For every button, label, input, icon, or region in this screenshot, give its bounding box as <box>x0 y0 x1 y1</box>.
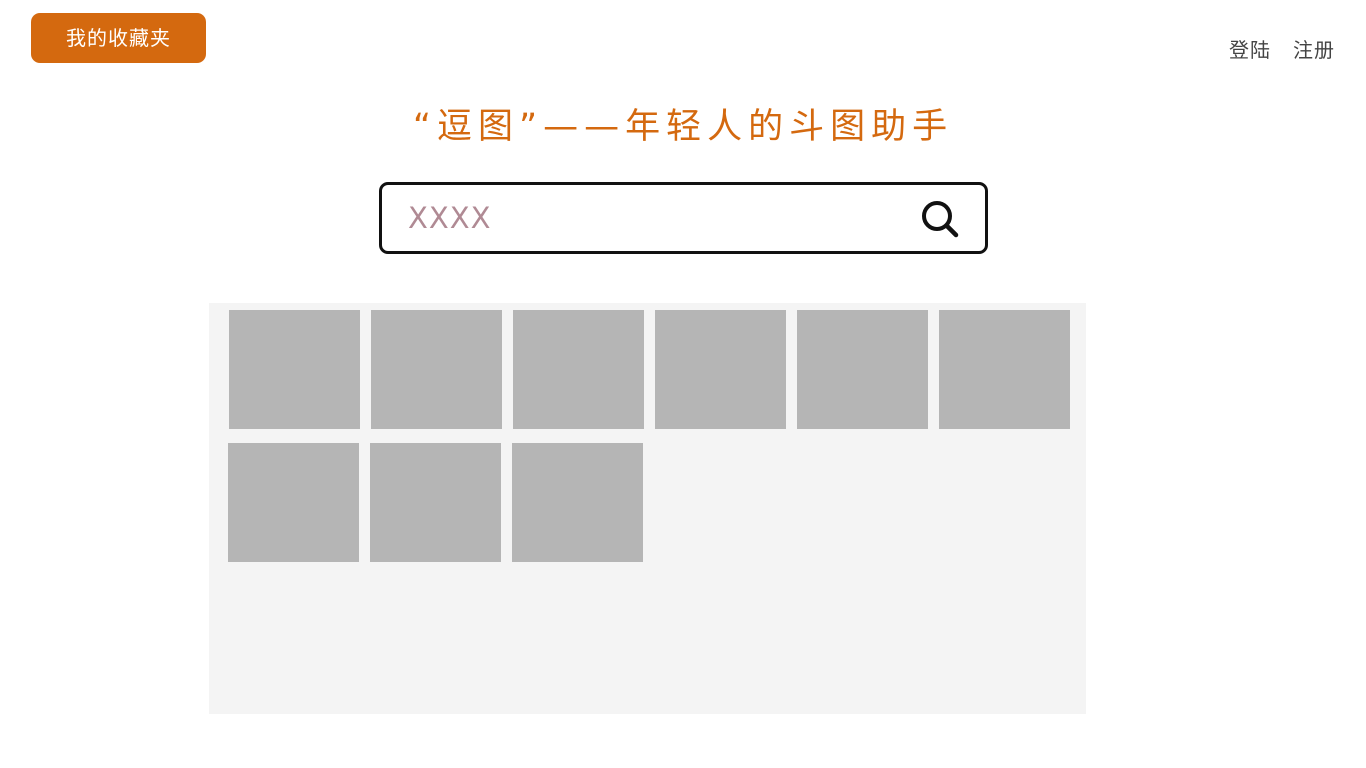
login-link[interactable]: 登陆 <box>1229 34 1271 63</box>
auth-links: 登陆 注册 <box>1229 34 1335 63</box>
result-thumbnail[interactable] <box>797 310 928 429</box>
result-thumbnail[interactable] <box>370 443 501 562</box>
my-favorites-button[interactable]: 我的收藏夹 <box>31 13 206 63</box>
register-link[interactable]: 注册 <box>1293 34 1335 63</box>
result-thumbnail[interactable] <box>939 310 1070 429</box>
search-icon[interactable] <box>920 199 960 239</box>
result-thumbnail[interactable] <box>228 443 359 562</box>
results-panel <box>209 303 1086 714</box>
result-thumbnail[interactable] <box>229 310 360 429</box>
result-thumbnail[interactable] <box>512 443 643 562</box>
result-thumbnail[interactable] <box>655 310 786 429</box>
search-input[interactable] <box>408 195 898 241</box>
page-title: “逗图”——年轻人的斗图助手 <box>412 107 954 147</box>
search-box <box>379 182 988 254</box>
page: 我的收藏夹 登陆 注册 “逗图”——年轻人的斗图助手 <box>0 0 1366 768</box>
result-thumbnail[interactable] <box>371 310 502 429</box>
result-thumbnail[interactable] <box>513 310 644 429</box>
